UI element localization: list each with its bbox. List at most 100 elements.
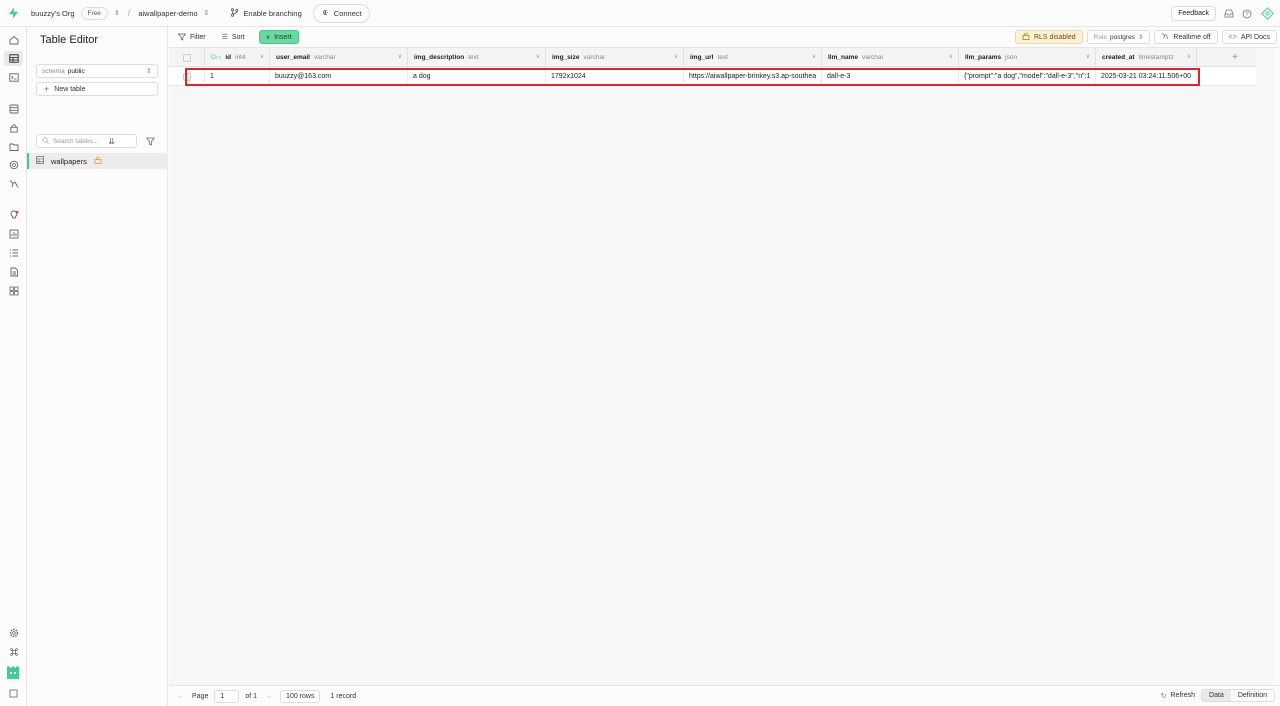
column-header-created-at[interactable]: created_at timestamptz ∨ [1096,48,1197,67]
schema-select[interactable]: schema public ⇕ [36,64,158,78]
chevron-down-icon[interactable]: ∨ [674,53,678,60]
refresh-icon: ↻ [1160,692,1167,700]
auth-lock-icon[interactable] [8,122,19,133]
rls-label: RLS disabled [1033,33,1076,41]
grid-toolbar: Filter ☰ Sort ∨ Insert RLS disabled Role… [169,27,1280,48]
inbox-icon[interactable] [1224,9,1234,19]
api-docs-icon[interactable] [8,266,19,277]
column-header-llm-name[interactable]: llm_name varchar ∨ [822,48,959,67]
cell-img-size[interactable]: 1792x1024 [546,67,684,86]
table-row[interactable]: 1 buuzzy@163.com a dog 1792x1024 https:/… [169,67,1256,86]
cell-created-at[interactable]: 2025-03-21 03:24:11.506+00 [1096,67,1197,86]
chevron-down-icon[interactable]: ∨ [1187,53,1191,60]
chevron-down-icon[interactable]: ∨ [398,53,402,60]
sidebar-item-wallpapers[interactable]: wallpapers [27,153,168,169]
role-select[interactable]: Role postgres ⇕ [1086,30,1151,44]
cell-id[interactable]: 1 [205,67,270,86]
connect-button[interactable]: Connect [312,3,370,23]
chevron-down-icon[interactable]: ∨ [1086,53,1090,60]
rows-per-page-select[interactable]: 100 rows [280,689,321,703]
sort-tables-icon[interactable]: ⇊ [108,137,115,146]
column-type: varchar [313,54,336,61]
column-name: img_url [690,54,714,61]
table-sidebar: Table Editor schema public ⇕ + New table… [27,27,168,706]
home-icon[interactable] [8,34,19,45]
lock-open-icon [94,156,102,166]
record-count: 1 record [330,692,357,700]
chevron-down-icon[interactable]: ∨ [260,53,264,60]
cell-llm-params[interactable]: {"prompt":"a dog","model":"dall-e-3","n"… [959,67,1096,86]
chevron-down-icon[interactable]: ∨ [536,53,540,60]
refresh-label: Refresh [1170,692,1196,699]
data-grid: O▭ id int4 ∨ user_email varchar ∨ img_de… [169,48,1274,685]
assistant-icon[interactable] [1260,7,1274,21]
realtime-toggle-button[interactable]: Realtime off [1154,30,1218,44]
tab-definition[interactable]: Definition [1231,690,1274,701]
column-header-user-email[interactable]: user_email varchar ∨ [270,48,408,67]
add-column-button[interactable]: + [1214,48,1256,67]
api-docs-label: API Docs [1240,33,1270,41]
help-icon[interactable]: ? [1242,9,1252,19]
advisors-icon[interactable] [8,209,19,220]
plug-icon [321,8,330,19]
database-icon[interactable] [8,103,19,114]
table-editor-icon[interactable] [4,51,23,66]
project-switcher-chevron-icon[interactable]: ⇕ [204,9,210,17]
new-table-button[interactable]: + New table [36,82,158,96]
refresh-button[interactable]: ↻ Refresh [1161,692,1195,700]
command-icon[interactable] [8,646,19,657]
filter-icon [178,33,186,41]
arrow-right-icon[interactable]: → [265,693,272,700]
rls-status-button[interactable]: RLS disabled [1014,30,1083,44]
column-header-llm-params[interactable]: llm_params json ∨ [959,48,1096,67]
logs-icon[interactable] [8,247,19,258]
tab-data[interactable]: Data [1202,690,1231,701]
cell-img-url[interactable]: https://aiwallpaper-brinkey.s3.ap-southe… [684,67,822,86]
column-header-img-url[interactable]: img_url text ∨ [684,48,822,67]
edge-functions-icon[interactable] [8,159,19,170]
connect-label: Connect [333,8,362,18]
row-checkbox[interactable] [169,67,205,86]
cell-llm-name[interactable]: dall-e-3 [822,67,959,86]
search-placeholder: Search tables... [53,137,99,145]
project-name[interactable]: aiwallpaper-demo [138,9,197,18]
settings-gear-icon[interactable] [8,627,19,638]
sql-editor-icon[interactable] [8,72,19,83]
column-header-img-size[interactable]: img_size varchar ∨ [546,48,684,67]
cell-img-description[interactable]: a dog [408,67,546,86]
column-header-img-description[interactable]: img_description text ∨ [408,48,546,67]
storage-icon[interactable] [8,141,19,152]
column-header-id[interactable]: O▭ id int4 ∨ [205,48,270,67]
vertical-scrollbar[interactable] [1274,48,1280,685]
insert-label: Insert [274,33,292,41]
cell-user-email[interactable]: buuzzy@163.com [270,67,408,86]
enable-branching-button[interactable]: Enable branching [223,5,308,22]
select-all-checkbox[interactable] [169,48,205,67]
filter-button[interactable]: Filter [178,33,206,41]
filter-tables-button[interactable] [143,134,158,148]
org-switcher-chevron-icon[interactable]: ⇕ [114,9,120,17]
collapse-sidebar-icon[interactable] [8,688,19,699]
sort-button[interactable]: ☰ Sort [222,33,245,42]
chevron-down-icon[interactable]: ∨ [812,53,816,60]
chevron-updown-icon: ⇕ [146,68,152,75]
insert-button[interactable]: ∨ Insert [258,30,299,44]
project-avatar-icon[interactable] [6,666,20,680]
supabase-logo-icon[interactable] [0,0,27,27]
sort-label: Sort [231,33,245,41]
realtime-icon [1161,32,1169,42]
search-tables-input[interactable]: Search tables... ⇊ [36,134,137,148]
column-name: img_size [552,54,580,61]
realtime-icon[interactable] [8,178,19,189]
page-label: Page [192,692,209,700]
view-toggle: Data Definition [1201,689,1275,702]
page-number-input[interactable]: 1 [214,689,240,703]
api-docs-button[interactable]: <> API Docs [1221,30,1277,44]
table-icon [36,156,44,166]
arrow-left-icon[interactable]: ← [177,693,184,700]
reports-icon[interactable] [8,228,19,239]
chevron-down-icon[interactable]: ∨ [949,53,953,60]
feedback-button[interactable]: Feedback [1171,6,1216,21]
integrations-icon[interactable] [8,285,19,296]
org-name[interactable]: buuzzy's Org [31,9,75,18]
